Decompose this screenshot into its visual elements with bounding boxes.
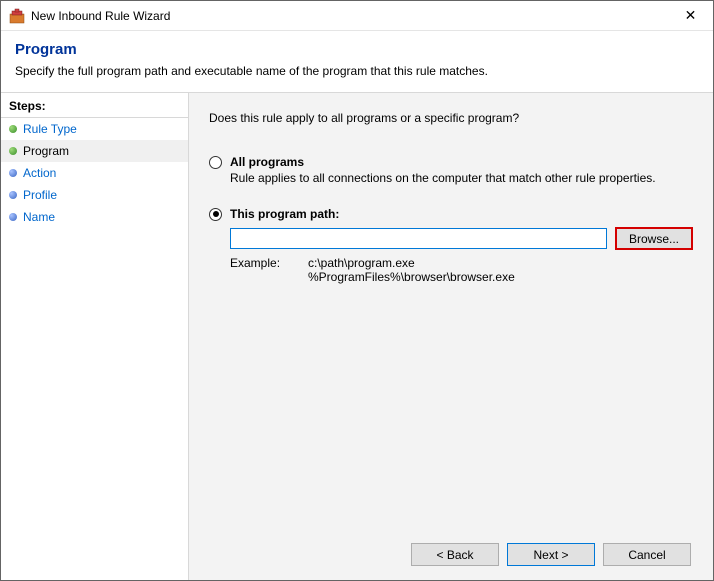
option-all-programs: All programs Rule applies to all connect… <box>209 155 693 185</box>
question-text: Does this rule apply to all programs or … <box>209 111 693 125</box>
page-subtitle: Specify the full program path and execut… <box>15 64 699 78</box>
wizard-window: New Inbound Rule Wizard ✕ Program Specif… <box>0 0 714 581</box>
step-action[interactable]: Action <box>1 162 188 184</box>
step-bullet-icon <box>9 213 17 221</box>
example-row: Example: c:\path\program.exe %ProgramFil… <box>230 256 693 284</box>
radio-all-programs[interactable] <box>209 156 222 169</box>
example-label: Example: <box>230 256 308 284</box>
option-all-label: All programs <box>230 155 304 169</box>
step-label: Rule Type <box>23 122 77 136</box>
close-icon: ✕ <box>685 7 697 24</box>
step-bullet-icon <box>9 169 17 177</box>
window-title: New Inbound Rule Wizard <box>31 9 668 23</box>
step-profile[interactable]: Profile <box>1 184 188 206</box>
titlebar: New Inbound Rule Wizard ✕ <box>1 1 713 31</box>
step-label: Action <box>23 166 56 180</box>
browse-button[interactable]: Browse... <box>615 227 693 250</box>
wizard-content: Does this rule apply to all programs or … <box>189 93 713 580</box>
step-program[interactable]: Program <box>1 140 188 162</box>
program-path-input[interactable] <box>230 228 607 249</box>
option-path-row[interactable]: This program path: <box>209 207 693 221</box>
step-bullet-icon <box>9 191 17 199</box>
option-all-desc: Rule applies to all connections on the c… <box>230 171 693 185</box>
wizard-footer: < Back Next > Cancel <box>209 543 693 566</box>
steps-sidebar: Steps: Rule Type Program Action Profile … <box>1 93 189 580</box>
step-rule-type[interactable]: Rule Type <box>1 118 188 140</box>
step-name[interactable]: Name <box>1 206 188 228</box>
program-path-row: Browse... <box>230 227 693 250</box>
option-path-label: This program path: <box>230 207 339 221</box>
radio-program-path[interactable] <box>209 208 222 221</box>
app-icon <box>9 8 25 24</box>
step-bullet-icon <box>9 125 17 133</box>
step-label: Program <box>23 144 69 158</box>
wizard-body: Steps: Rule Type Program Action Profile … <box>1 92 713 580</box>
back-button[interactable]: < Back <box>411 543 499 566</box>
next-button[interactable]: Next > <box>507 543 595 566</box>
wizard-header: Program Specify the full program path an… <box>1 31 713 92</box>
step-label: Name <box>23 210 55 224</box>
example-text: c:\path\program.exe %ProgramFiles%\brows… <box>308 256 515 284</box>
step-bullet-icon <box>9 147 17 155</box>
steps-heading: Steps: <box>1 93 188 118</box>
option-all-row[interactable]: All programs <box>209 155 693 169</box>
step-label: Profile <box>23 188 57 202</box>
close-button[interactable]: ✕ <box>668 1 713 30</box>
option-program-path: This program path: Browse... Example: c:… <box>209 207 693 284</box>
page-title: Program <box>15 41 699 58</box>
cancel-button[interactable]: Cancel <box>603 543 691 566</box>
